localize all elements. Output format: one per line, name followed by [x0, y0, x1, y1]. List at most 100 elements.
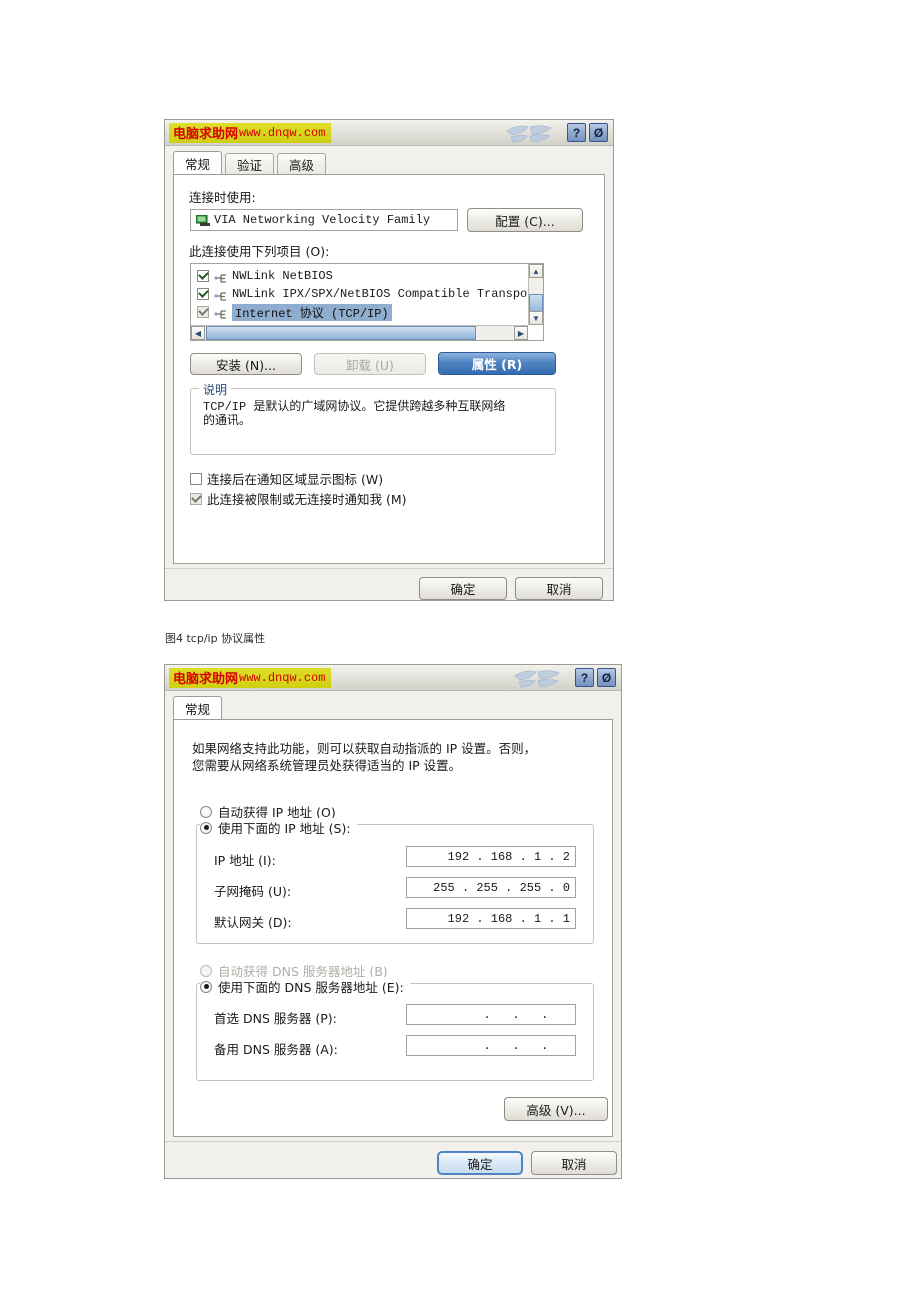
- dns-manual-radio-row[interactable]: 使用下面的 DNS 服务器地址 (E):: [200, 977, 410, 996]
- mask-octet-3: 255: [519, 880, 542, 895]
- checkbox-icon[interactable]: [197, 288, 209, 300]
- ip-dot: .: [512, 911, 534, 926]
- tab-authentication[interactable]: 验证: [225, 153, 275, 174]
- ip-octet-3: 1: [533, 849, 542, 864]
- checkbox-icon[interactable]: [190, 492, 202, 505]
- ip-dot: .: [541, 849, 563, 864]
- adapter-field[interactable]: VIA Networking Velocity Family: [190, 209, 458, 231]
- radio-icon: [200, 964, 212, 977]
- notify-limited-label: 此连接被限制或无连接时通知我 (M): [207, 492, 407, 507]
- list-item[interactable]: Internet 协议 (TCP/IP): [191, 303, 543, 321]
- cancel-button[interactable]: 取消: [531, 1151, 617, 1175]
- ok-button[interactable]: 确定: [419, 577, 507, 600]
- protocol-icon: [214, 271, 229, 283]
- tab-general[interactable]: 常规: [173, 151, 223, 174]
- ip-address-field[interactable]: 192 . 168 . 1 . 2: [406, 846, 576, 867]
- figure-caption: 图4 tcp/ip 协议属性: [165, 632, 266, 645]
- configure-button[interactable]: 配置 (C)...: [467, 208, 583, 232]
- dialog2-window-buttons: ? Ø: [575, 668, 616, 687]
- list-item-label: NWLink NetBIOS: [232, 269, 333, 283]
- connect-using-label: 连接时使用:: [189, 190, 256, 205]
- list-item-label-selected: Internet 协议 (TCP/IP): [232, 303, 392, 321]
- dialog2-tabpanel: 如果网络支持此功能，则可以获取自动指派的 IP 设置。否则， 您需要从网络系统管…: [173, 719, 613, 1137]
- network-adapter-icon: [195, 214, 211, 226]
- intro-line-1: 如果网络支持此功能，则可以获取自动指派的 IP 设置。否则，: [192, 741, 537, 756]
- scroll-up-icon[interactable]: ▲: [529, 264, 543, 278]
- ip-dot: .: [512, 849, 534, 864]
- ip-dot: .: [497, 880, 520, 895]
- intro-line-2: 您需要从网络系统管理员处获得适当的 IP 设置。: [192, 758, 462, 773]
- listbox-horizontal-scrollbar[interactable]: ◀ ▶: [191, 325, 528, 340]
- subnet-mask-field[interactable]: 255 . 255 . 255 . 0: [406, 877, 576, 898]
- default-gateway-field[interactable]: 192 . 168 . 1 . 1: [406, 908, 576, 929]
- radio-icon[interactable]: [200, 821, 212, 834]
- ip-dot: .: [505, 1038, 534, 1053]
- ip-octet-1: 192: [447, 849, 470, 864]
- mask-octet-2: 255: [476, 880, 498, 895]
- ip-manual-radio-row[interactable]: 使用下面的 IP 地址 (S):: [200, 818, 357, 837]
- ip-dot: .: [541, 911, 563, 926]
- ip-dot: .: [469, 849, 491, 864]
- list-item[interactable]: NWLink IPX/SPX/NetBIOS Compatible Transp…: [191, 285, 543, 303]
- items-label: 此连接使用下列项目 (O):: [189, 244, 330, 259]
- windows-logo-watermark-icon: [506, 125, 552, 143]
- uninstall-button: 卸载 (U): [314, 353, 426, 375]
- notify-limited-checkbox-row[interactable]: 此连接被限制或无连接时通知我 (M): [190, 489, 407, 508]
- preferred-dns-field[interactable]: . . .: [406, 1004, 576, 1025]
- ip-address-label: IP 地址 (I):: [214, 853, 276, 868]
- dialog1-brand-url: www.dnqw.com: [239, 125, 326, 140]
- list-item[interactable]: NWLink NetBIOS: [191, 267, 543, 285]
- protocol-icon: [214, 289, 229, 301]
- ip-dot: .: [533, 1038, 570, 1053]
- alternate-dns-field[interactable]: . . .: [406, 1035, 576, 1056]
- install-button[interactable]: 安装 (N)...: [190, 353, 302, 375]
- gw-octet-3: 1: [533, 911, 542, 926]
- tab-advanced[interactable]: 高级: [277, 153, 327, 174]
- help-icon[interactable]: ?: [567, 123, 586, 142]
- radio-icon[interactable]: [200, 980, 212, 993]
- show-tray-icon-label: 连接后在通知区域显示图标 (W): [207, 472, 384, 487]
- dialog1-brand-banner: 电脑求助网 www.dnqw.com: [169, 122, 332, 143]
- dialog2-titlebar[interactable]: 电脑求助网 www.dnqw.com ? Ø: [165, 665, 621, 691]
- properties-button[interactable]: 属性 (R): [438, 352, 556, 375]
- adapter-name: VIA Networking Velocity Family: [214, 213, 431, 227]
- dialog1-titlebar[interactable]: 电脑求助网 www.dnqw.com ? Ø: [165, 120, 613, 146]
- hscroll-thumb[interactable]: [206, 326, 476, 340]
- ip-dot: .: [469, 911, 491, 926]
- scroll-left-icon[interactable]: ◀: [191, 326, 205, 340]
- ok-button[interactable]: 确定: [437, 1151, 523, 1175]
- ip-octet-4: 2: [562, 849, 570, 864]
- components-listbox[interactable]: NWLink NetBIOS NWLink IPX/SPX/NetBIOS Co…: [190, 263, 544, 341]
- checkbox-icon[interactable]: [197, 270, 209, 282]
- checkbox-icon[interactable]: [197, 306, 209, 318]
- gw-octet-1: 192: [447, 911, 470, 926]
- cancel-button[interactable]: 取消: [515, 577, 603, 600]
- dns-manual-groupbox: [196, 983, 594, 1081]
- scroll-down-icon[interactable]: ▼: [529, 311, 543, 325]
- subnet-mask-label: 子网掩码 (U):: [214, 884, 292, 899]
- checkbox-icon[interactable]: [190, 472, 202, 485]
- gw-octet-2: 168: [490, 911, 513, 926]
- description-groupbox: 说明 TCP/IP 是默认的广域网协议。它提供跨越多种互联网络 的通讯。: [190, 381, 556, 455]
- ip-dot: .: [533, 1007, 570, 1022]
- dialog2-tabstrip: 常规: [173, 696, 621, 719]
- show-tray-icon-checkbox-row[interactable]: 连接后在通知区域显示图标 (W): [190, 469, 383, 488]
- close-icon[interactable]: Ø: [597, 668, 616, 687]
- close-icon[interactable]: Ø: [589, 123, 608, 142]
- tab-general[interactable]: 常规: [173, 696, 223, 719]
- tcpip-properties-dialog: 电脑求助网 www.dnqw.com ? Ø 常规 如果网络支持此功能，则可以获…: [164, 664, 622, 1179]
- protocol-icon: [214, 307, 229, 319]
- dialog2-brand-url: www.dnqw.com: [239, 670, 326, 685]
- advanced-button[interactable]: 高级 (V)...: [504, 1097, 608, 1121]
- radio-icon[interactable]: [200, 805, 212, 818]
- listbox-vertical-scrollbar[interactable]: ▲ ▼: [528, 264, 543, 325]
- dialog1-button-bar: 确定 取消: [165, 568, 613, 602]
- scroll-right-icon[interactable]: ▶: [514, 326, 528, 340]
- page-root: 电脑求助网 www.dnqw.com ? Ø 常规 验证 高级 连接时使用: V…: [0, 0, 920, 1302]
- dialog1-tabpanel: 连接时使用: VIA Networking Velocity Family 配置…: [173, 174, 605, 564]
- help-icon[interactable]: ?: [575, 668, 594, 687]
- ip-dot: .: [476, 1007, 506, 1022]
- mask-octet-4: 0: [562, 880, 570, 895]
- gw-octet-4: 1: [562, 911, 570, 926]
- dialog1-window-buttons: ? Ø: [567, 123, 608, 142]
